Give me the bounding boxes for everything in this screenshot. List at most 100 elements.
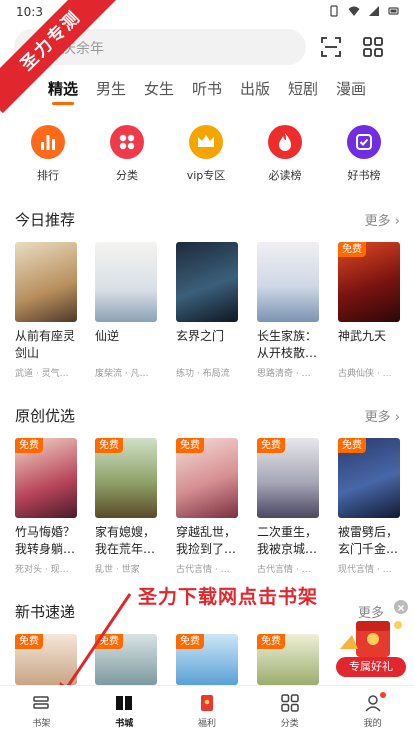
bookshelf-icon	[33, 696, 50, 709]
shortcut-label: 必读榜	[268, 169, 302, 182]
shortcut-must-read[interactable]: 必读榜	[245, 125, 325, 183]
nav-bookshelf[interactable]: 书架	[0, 686, 83, 737]
book-title: 穿越乱世，我捡到了…	[176, 525, 237, 556]
nav-profile[interactable]: 我的	[331, 686, 414, 737]
active-tab-indicator	[52, 102, 74, 105]
book-meta: 乱世 · 世家	[95, 565, 140, 575]
annotation-text: 圣力下载网点击书架	[138, 586, 319, 608]
book-cover: 免费	[257, 634, 319, 685]
tab-comic[interactable]: 漫画	[336, 78, 384, 100]
book-card[interactable]: 免费 神武九天 古典仙侠 · …	[338, 242, 400, 379]
more-link-original[interactable]: 更多 ›	[365, 406, 400, 425]
free-badge: 免费	[176, 634, 204, 649]
battery-icon	[388, 7, 399, 15]
four-dots-icon	[110, 125, 144, 159]
apps-grid-icon[interactable]	[362, 36, 384, 58]
book-meta: 现代言情 · …	[338, 565, 392, 575]
shortcut-category[interactable]: 分类	[87, 125, 167, 183]
nav-category[interactable]: 分类	[248, 686, 331, 737]
grid-icon	[281, 694, 299, 712]
signal-icon	[369, 6, 379, 16]
book-title: 家有媳嫂，我在荒年…	[95, 525, 156, 556]
shortcut-rank[interactable]: 排行	[8, 125, 88, 183]
free-badge: 免费	[176, 438, 204, 453]
book-title: 从前有座灵剑山	[15, 329, 76, 360]
book-card[interactable]: 免费 竹马悔婚？我转身躺… 死对头 · 现…	[15, 438, 77, 575]
shortcut-good-books[interactable]: 好书榜	[324, 125, 404, 183]
tab-featured[interactable]: 精选	[48, 78, 96, 100]
nav-label: 福利	[197, 719, 216, 729]
shortcut-label: 排行	[37, 169, 59, 182]
book-card[interactable]: 免费	[257, 634, 319, 685]
nav-bookstore[interactable]: 书城	[83, 686, 166, 737]
book-cover: 免费	[257, 438, 319, 518]
book-cover	[95, 242, 157, 322]
book-card[interactable]: 免费 被雷劈后，玄门千金… 现代言情 · …	[338, 438, 400, 575]
tab-male[interactable]: 男生	[96, 78, 144, 100]
book-title: 被雷劈后，玄门千金…	[338, 525, 399, 556]
free-badge: 免费	[95, 438, 123, 453]
section-title-original: 原创优选	[15, 407, 76, 425]
tab-short-drama[interactable]: 短剧	[288, 78, 336, 100]
nav-label: 书架	[32, 719, 51, 729]
nav-label: 书城	[115, 719, 134, 729]
book-title: 玄界之门	[176, 329, 225, 343]
tab-publish[interactable]: 出版	[240, 78, 288, 100]
book-cover	[257, 242, 319, 322]
book-meta: 废柴流 · 凡…	[95, 369, 149, 379]
more-link-today[interactable]: 更多 ›	[365, 210, 400, 229]
book-meta: 死对头 · 现…	[15, 565, 69, 575]
promo-label[interactable]: 专属好礼	[336, 657, 406, 677]
book-meta: 古代言情 · …	[176, 565, 230, 575]
tab-female[interactable]: 女生	[144, 78, 192, 100]
book-card[interactable]: 免费 家有媳嫂，我在荒年… 乱世 · 世家	[95, 438, 157, 575]
free-badge: 免费	[15, 634, 43, 649]
book-cover: 免费	[176, 438, 238, 518]
book-card[interactable]: 长生家族：从开枝散… 思路清奇 · …	[257, 242, 319, 379]
book-card[interactable]: 玄界之门 练功 · 布局流	[176, 242, 238, 379]
vibrate-icon	[330, 5, 338, 17]
book-cover: 免费	[338, 242, 400, 322]
book-card[interactable]: 免费	[176, 634, 238, 685]
status-icons	[328, 5, 400, 17]
shortcut-label: 分类	[116, 169, 138, 182]
shortcut-label: 好书榜	[347, 169, 381, 182]
wifi-icon	[348, 6, 360, 16]
bar-chart-icon	[31, 125, 65, 159]
book-cover: 免费	[176, 634, 238, 685]
free-badge: 免费	[257, 438, 285, 453]
more-label: 更多	[364, 410, 391, 425]
book-meta: 武道 · 灵气…	[15, 369, 69, 379]
book-meta: 古代言情 · …	[257, 565, 311, 575]
scan-icon[interactable]	[320, 36, 342, 58]
status-time: 10:3	[16, 5, 43, 19]
nav-label: 我的	[363, 719, 382, 729]
notification-dot	[380, 692, 387, 698]
free-badge: 免费	[338, 438, 366, 453]
free-badge: 免费	[257, 634, 285, 649]
book-cover: 免费	[338, 438, 400, 518]
flame-icon	[268, 125, 302, 159]
nav-label: 分类	[280, 719, 299, 729]
book-cover: 免费	[95, 438, 157, 518]
tab-audiobook[interactable]: 听书	[192, 78, 240, 100]
book-title: 二次重生，我被京城…	[257, 525, 318, 556]
book-title: 竹马悔婚？我转身躺…	[15, 525, 76, 556]
book-card[interactable]: 免费 穿越乱世，我捡到了… 古代言情 · …	[176, 438, 238, 575]
book-card[interactable]: 从前有座灵剑山 武道 · 灵气…	[15, 242, 77, 379]
red-packet-icon	[200, 695, 213, 711]
free-badge: 免费	[338, 242, 366, 257]
shortcut-vip[interactable]: vip专区	[166, 125, 246, 183]
nav-welfare[interactable]: 福利	[166, 686, 249, 737]
free-badge: 免费	[15, 438, 43, 453]
shortcut-label: vip专区	[186, 169, 226, 182]
more-label: 更多	[364, 214, 391, 229]
bottom-nav: 书架 书城 福利 分类 我的	[0, 685, 414, 737]
book-cover	[15, 242, 77, 322]
book-card[interactable]: 仙逆 废柴流 · 凡…	[95, 242, 157, 379]
book-card[interactable]: 免费 二次重生，我被京城… 古代言情 · …	[257, 438, 319, 575]
category-tabs: 精选 男生 女生 听书 出版 短剧 漫画	[48, 78, 384, 100]
book-cover: 免费	[15, 438, 77, 518]
book-meta: 练功 · 布局流	[176, 369, 230, 379]
shortcut-row: 排行 分类 vip专区 必读榜 好书榜	[0, 125, 414, 185]
